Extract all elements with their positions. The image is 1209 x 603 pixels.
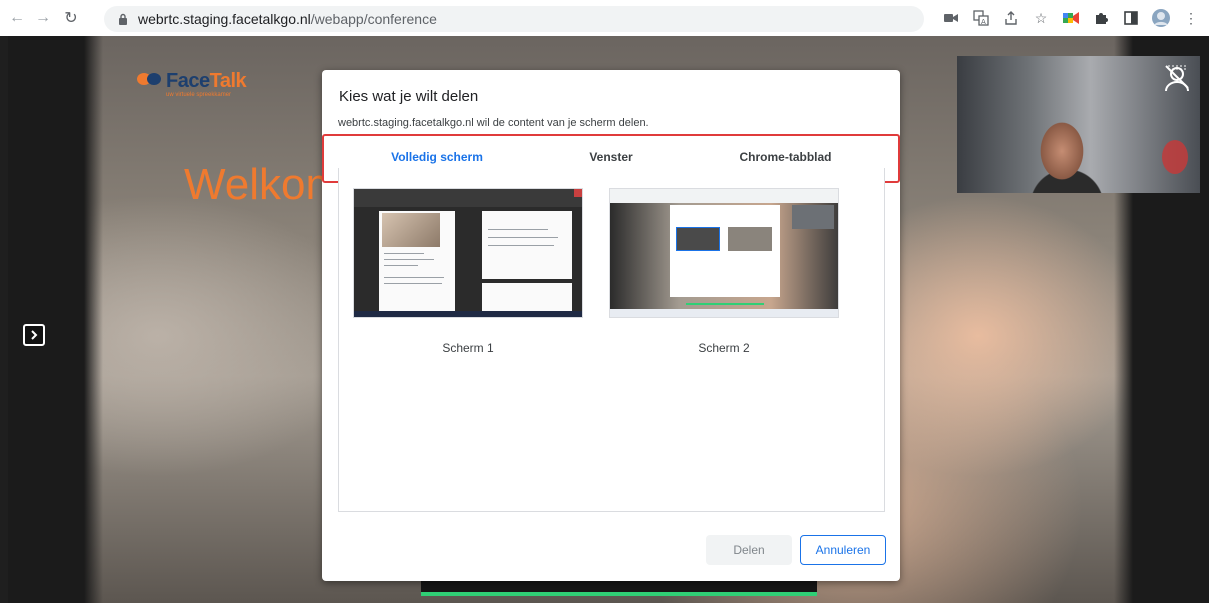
preview-accent-bar xyxy=(686,303,764,305)
sidebar-toggle-button[interactable] xyxy=(23,324,45,346)
back-arrow-icon[interactable]: ← xyxy=(6,7,28,29)
preview-browser-bar xyxy=(610,189,838,203)
logo-face: Face xyxy=(166,70,210,92)
preview-document xyxy=(482,283,572,313)
preview-text-line xyxy=(384,283,442,284)
logo-tagline: uw virtuele spreekkamer xyxy=(166,92,232,98)
preview-taskbar xyxy=(610,309,838,317)
url-text: webrtc.staging.facetalkgo.nl/webapp/conf… xyxy=(138,11,437,27)
logo-wordmark: FaceTalk xyxy=(166,70,247,93)
svg-text:A: A xyxy=(981,18,986,26)
lock-icon[interactable] xyxy=(116,12,130,26)
share-icon[interactable] xyxy=(1001,8,1021,28)
camera-icon[interactable] xyxy=(941,8,961,28)
url-host: webrtc.staging.facetalkgo.nl xyxy=(138,11,311,27)
screen-option-1[interactable]: Scherm 1 xyxy=(353,188,583,355)
background-object xyxy=(1162,140,1188,174)
facetalk-logo-mark-icon xyxy=(137,73,161,85)
preview-dialog xyxy=(670,205,780,297)
address-bar[interactable]: webrtc.staging.facetalkgo.nl/webapp/conf… xyxy=(104,6,924,32)
preview-text-line xyxy=(384,259,434,260)
extensions-puzzle-icon[interactable] xyxy=(1091,8,1111,28)
browser-toolbar: ← → ↻ webrtc.staging.facetalkgo.nl/webap… xyxy=(0,0,1209,36)
screen-list-panel: Scherm 1 Scherm 2 xyxy=(338,168,885,512)
preview-text-line xyxy=(384,277,444,278)
screen-thumbnail[interactable] xyxy=(353,188,583,318)
extension-meet-icon[interactable] xyxy=(1061,8,1081,28)
self-video-preview xyxy=(957,56,1200,193)
control-bar-accent xyxy=(421,592,817,596)
share-button[interactable]: Delen xyxy=(706,535,792,565)
bookmark-star-icon[interactable]: ☆ xyxy=(1031,8,1051,28)
preview-text-line xyxy=(384,253,424,254)
screen-label: Scherm 2 xyxy=(698,341,750,355)
kebab-menu-icon[interactable]: ⋮ xyxy=(1181,8,1201,28)
preview-close-button xyxy=(574,189,582,197)
preview-text-line xyxy=(488,237,558,238)
facetalk-logo: FaceTalk uw virtuele spreekkamer xyxy=(136,70,247,98)
url-path: /webapp/conference xyxy=(310,11,437,27)
preview-ribbon xyxy=(354,189,582,207)
reload-icon[interactable]: ↻ xyxy=(60,7,82,29)
screen-share-picker-dialog: Kies wat je wilt delen webrtc.staging.fa… xyxy=(322,70,900,581)
preview-self-view xyxy=(792,205,834,229)
screen-2-preview xyxy=(610,189,838,317)
extension-area: A ☆ ⋮ xyxy=(941,8,1201,28)
left-dark-band xyxy=(8,36,103,603)
dialog-subtitle: webrtc.staging.facetalkgo.nl wil de cont… xyxy=(338,117,649,129)
preview-text-line xyxy=(488,245,554,246)
screen-1-preview xyxy=(354,189,582,317)
page-viewport: FaceTalk uw virtuele spreekkamer Welkom … xyxy=(0,36,1209,603)
chevron-right-icon xyxy=(31,330,38,340)
cancel-button[interactable]: Annuleren xyxy=(800,535,886,565)
preview-text-line xyxy=(488,229,548,230)
screen-thumbnail[interactable] xyxy=(609,188,839,318)
logo-talk: Talk xyxy=(209,70,247,92)
screen-option-2[interactable]: Scherm 2 xyxy=(609,188,839,355)
preview-thumbnail xyxy=(676,227,720,251)
side-panel-icon[interactable] xyxy=(1121,8,1141,28)
preview-text-line xyxy=(384,265,418,266)
profile-avatar-icon[interactable] xyxy=(1151,8,1171,28)
preview-taskbar xyxy=(354,311,582,317)
camera-toggle-icon[interactable] xyxy=(1162,64,1192,92)
dialog-title: Kies wat je wilt delen xyxy=(339,88,479,105)
forward-arrow-icon[interactable]: → xyxy=(32,7,54,29)
translate-icon[interactable]: A xyxy=(971,8,991,28)
preview-photo xyxy=(382,213,440,247)
screen-label: Scherm 1 xyxy=(442,341,494,355)
preview-thumbnail xyxy=(728,227,772,251)
